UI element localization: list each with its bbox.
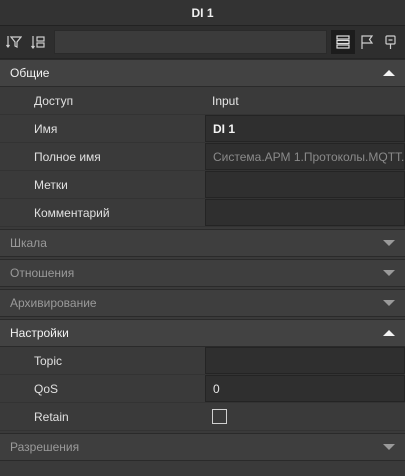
prop-row-topic: Topic xyxy=(0,347,405,375)
prop-label: Полное имя xyxy=(34,149,101,164)
section-general-title: Общие xyxy=(10,66,50,80)
topic-field[interactable] xyxy=(205,347,405,374)
expand-arrow-icon xyxy=(383,240,395,246)
prop-label: Комментарий xyxy=(34,205,110,220)
section-settings-header[interactable]: Настройки xyxy=(0,319,405,347)
prop-row-access: Доступ Input xyxy=(0,87,405,115)
prop-row-tags: Метки xyxy=(0,171,405,199)
sort-filter-icon[interactable] xyxy=(2,30,26,54)
prop-label: Topic xyxy=(34,353,63,368)
expand-arrow-icon xyxy=(383,444,395,450)
qos-field[interactable]: 0 xyxy=(205,375,405,402)
section-settings-title: Настройки xyxy=(10,326,69,340)
prop-label: Метки xyxy=(34,177,68,192)
comment-field[interactable] xyxy=(205,199,405,226)
prop-value-access: Input xyxy=(212,93,239,108)
prop-label: Имя xyxy=(34,121,58,136)
prop-label: Retain xyxy=(34,409,69,424)
expand-arrow-icon xyxy=(383,300,395,306)
retain-value xyxy=(205,403,405,430)
expand-arrow-icon xyxy=(383,270,395,276)
name-field[interactable]: DI 1 xyxy=(205,115,405,142)
section-permissions-header[interactable]: Разрешения xyxy=(0,433,405,461)
section-scale-header[interactable]: Шкала xyxy=(0,229,405,257)
sort-order-icon[interactable] xyxy=(26,30,50,54)
prop-row-comment: Комментарий xyxy=(0,199,405,227)
tags-field[interactable] xyxy=(205,171,405,198)
section-scale-title: Шкала xyxy=(10,236,47,250)
plug-icon[interactable] xyxy=(379,30,403,54)
search-input[interactable] xyxy=(54,30,327,54)
list-view-icon[interactable] xyxy=(331,30,355,54)
prop-label: QoS xyxy=(34,381,59,396)
collapse-arrow-icon xyxy=(383,70,395,76)
section-relations-header[interactable]: Отношения xyxy=(0,259,405,287)
prop-label: Доступ xyxy=(34,93,74,108)
retain-checkbox[interactable] xyxy=(212,409,227,424)
section-general-header[interactable]: Общие xyxy=(0,59,405,87)
prop-row-full-name: Полное имя Система.АРМ 1.Протоколы.MQTT.… xyxy=(0,143,405,171)
prop-row-qos: QoS 0 xyxy=(0,375,405,403)
prop-row-name: Имя DI 1 xyxy=(0,115,405,143)
section-relations-title: Отношения xyxy=(10,266,75,280)
section-permissions-title: Разрешения xyxy=(10,440,80,454)
window-title: DI 1 xyxy=(0,0,405,26)
section-archiving-header[interactable]: Архивирование xyxy=(0,289,405,317)
full-name-field[interactable]: Система.АРМ 1.Протоколы.MQTT.D xyxy=(205,143,405,170)
prop-row-retain: Retain xyxy=(0,403,405,431)
flag-icon[interactable] xyxy=(355,30,379,54)
collapse-arrow-icon xyxy=(383,330,395,336)
section-archiving-title: Архивирование xyxy=(10,296,97,310)
toolbar xyxy=(0,26,405,59)
